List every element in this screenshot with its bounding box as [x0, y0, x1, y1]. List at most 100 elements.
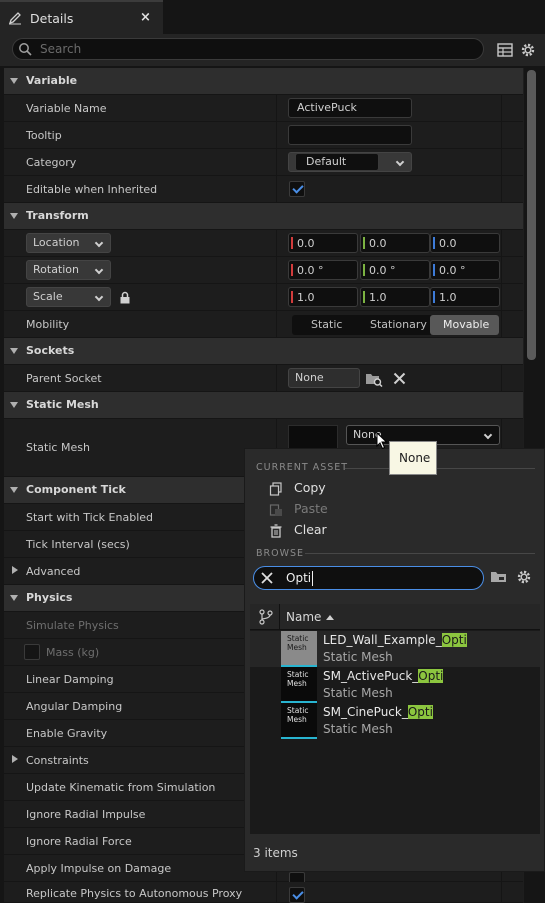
scrollbar[interactable]	[527, 70, 536, 360]
mass-override-checkbox[interactable]	[24, 644, 40, 660]
property-label: Apply Impulse on Damage	[26, 862, 172, 875]
row-tooltip: Tooltip	[4, 122, 523, 149]
scale-mode-combo[interactable]: Scale	[26, 287, 111, 307]
editable-checkbox[interactable]	[289, 181, 305, 197]
lock-icon[interactable]	[119, 291, 131, 304]
property-label: Linear Damping	[26, 673, 114, 686]
chevron-down-icon	[94, 238, 104, 248]
clear-x-icon[interactable]	[393, 372, 406, 385]
chevron-down-icon	[483, 430, 493, 440]
search-input[interactable]: Search	[12, 38, 484, 60]
row-parent-socket: Parent Socket None	[4, 365, 523, 392]
row-variable-name: Variable Name ActivePuck	[4, 95, 523, 122]
location-mode-combo[interactable]: Location	[26, 233, 111, 253]
chevron-down-icon	[395, 157, 405, 167]
text-caret	[312, 571, 313, 586]
rotation-y[interactable]: 0.0 °	[360, 260, 430, 280]
category-variable[interactable]: Variable	[4, 68, 523, 95]
item-count: 3 items	[253, 846, 298, 860]
property-label: Advanced	[26, 565, 81, 578]
property-label: Ignore Radial Force	[26, 835, 132, 848]
asset-list-header: Name	[250, 604, 540, 630]
mobility-static[interactable]: Static	[311, 318, 342, 331]
clear-search-icon[interactable]	[260, 571, 274, 585]
scale-x[interactable]: 1.0	[288, 287, 358, 307]
source-control-icon[interactable]	[259, 609, 273, 625]
copy-icon	[269, 482, 282, 496]
static-mesh-thumbnail: Static Mesh	[281, 631, 317, 667]
property-label: Parent Socket	[26, 372, 102, 385]
row-replicate-physics: Replicate Physics to Autonomous Proxy	[4, 882, 523, 903]
mouse-cursor-icon	[376, 432, 388, 450]
expand-arrow-icon	[12, 755, 18, 763]
mobility-stationary[interactable]: Stationary	[370, 318, 427, 331]
category-transform[interactable]: Transform	[4, 203, 523, 230]
expand-arrow-icon	[12, 566, 18, 574]
rotation-x[interactable]: 0.0 °	[288, 260, 358, 280]
search-placeholder: Search	[40, 42, 82, 56]
property-label: Enable Gravity	[26, 727, 108, 740]
asset-name: SM_ActivePuck_Opti	[323, 669, 444, 683]
tab-details[interactable]: Details ×	[0, 0, 163, 34]
category-label: Component Tick	[26, 483, 126, 496]
asset-search-value: Opti	[286, 571, 312, 585]
static-mesh-thumbnail: Static Mesh	[281, 667, 317, 703]
variable-name-field[interactable]: ActivePuck	[288, 98, 412, 118]
property-label: Mass (kg)	[46, 646, 100, 659]
chevron-down-icon	[94, 292, 104, 302]
settings-gear-icon[interactable]	[515, 568, 533, 586]
gear-icon[interactable]	[519, 41, 537, 59]
asset-search-input[interactable]: Opti	[253, 566, 484, 590]
asset-list: Name Static Mesh LED_Wall_Example_Opti St…	[250, 604, 540, 834]
rotation-z[interactable]: 0.0 °	[430, 260, 500, 280]
rotation-mode-combo[interactable]: Rotation	[26, 260, 111, 280]
row-rotation: Rotation 0.0 ° 0.0 ° 0.0 °	[4, 257, 523, 284]
search-icon	[19, 43, 32, 56]
asset-type: Static Mesh	[323, 722, 393, 736]
asset-row[interactable]: Static Mesh LED_Wall_Example_Opti Static …	[250, 631, 540, 667]
property-label: Tick Interval (secs)	[26, 538, 130, 551]
collapse-arrow-icon	[10, 348, 18, 354]
property-label: Update Kinematic from Simulation	[26, 781, 216, 794]
category-label: Static Mesh	[26, 398, 99, 411]
close-icon[interactable]: ×	[140, 10, 151, 25]
tooltip-field[interactable]	[288, 125, 412, 145]
asset-row[interactable]: Static Mesh SM_ActivePuck_Opti Static Mes…	[250, 667, 540, 703]
scale-y[interactable]: 1.0	[360, 287, 430, 307]
browse-header: BROWSE	[256, 548, 305, 559]
asset-type: Static Mesh	[323, 650, 393, 664]
location-z[interactable]: 0.0	[430, 233, 500, 253]
row-mobility: Mobility Static Stationary Movable	[4, 311, 523, 338]
browse-socket-icon[interactable]	[365, 371, 383, 387]
row-category: Category Default	[4, 149, 523, 176]
property-label: Category	[26, 156, 77, 169]
table-view-icon[interactable]	[496, 41, 514, 59]
asset-row[interactable]: Static Mesh SM_CinePuck_Opti Static Mesh	[250, 703, 540, 739]
property-label: Editable when Inherited	[26, 183, 158, 196]
mobility-movable[interactable]: Movable	[443, 318, 489, 331]
folder-icon[interactable]	[490, 569, 508, 585]
category-label: Physics	[26, 591, 73, 604]
property-label: Angular Damping	[26, 700, 123, 713]
tooltip-popup: None	[389, 441, 437, 475]
location-y[interactable]: 0.0	[360, 233, 430, 253]
parent-socket-field[interactable]: None	[288, 368, 360, 388]
property-label: Tooltip	[26, 129, 62, 142]
property-label: Static Mesh	[26, 441, 90, 454]
collapse-arrow-icon	[10, 78, 18, 84]
category-static-mesh[interactable]: Static Mesh	[4, 392, 523, 419]
category-combo[interactable]: Default	[288, 152, 412, 172]
category-sockets[interactable]: Sockets	[4, 338, 523, 365]
collapse-arrow-icon	[10, 402, 18, 408]
sort-ascending-icon	[326, 615, 334, 620]
row-editable-inherited: Editable when Inherited	[4, 176, 523, 203]
asset-type: Static Mesh	[323, 686, 393, 700]
category-label: Sockets	[26, 344, 75, 357]
location-x[interactable]: 0.0	[288, 233, 358, 253]
scale-z[interactable]: 1.0	[430, 287, 500, 307]
name-column-header[interactable]: Name	[286, 610, 321, 624]
replicate-physics-checkbox[interactable]	[289, 887, 305, 903]
chevron-down-icon	[94, 265, 104, 275]
asset-picker-menu: CURRENT ASSET Copy Paste Clear BROWSE Op…	[244, 448, 545, 872]
category-label: Transform	[26, 209, 89, 222]
